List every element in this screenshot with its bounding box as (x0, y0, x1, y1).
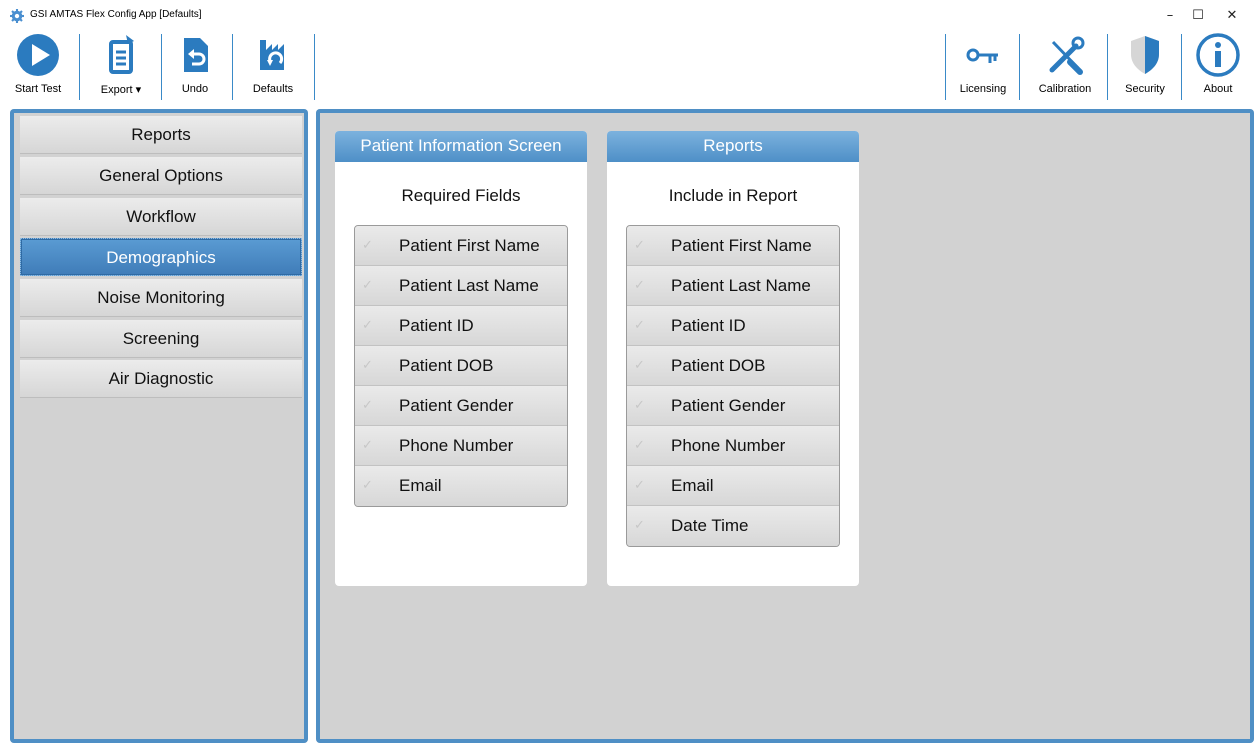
list-item[interactable]: ✓ Email (627, 466, 839, 506)
include-in-report-heading: Include in Report (668, 186, 798, 205)
security-button[interactable]: Security (1115, 30, 1175, 102)
check-icon[interactable]: ✓ (634, 478, 645, 493)
check-icon[interactable]: ✓ (362, 278, 373, 293)
field-label: Patient Gender (399, 396, 514, 415)
list-item[interactable]: ✓ Date Time (627, 506, 839, 546)
about-label: About (1203, 83, 1233, 95)
list-item[interactable]: ✓ Email (355, 466, 567, 506)
check-icon[interactable]: ✓ (634, 278, 645, 293)
field-label: Patient DOB (671, 356, 766, 375)
defaults-icon (260, 40, 284, 70)
security-label: Security (1125, 83, 1165, 95)
sidebar-item-workflow[interactable]: Workflow (20, 198, 302, 236)
toolbar-separator (79, 34, 80, 100)
list-item[interactable]: ✓ Patient First Name (627, 226, 839, 266)
toolbar-separator (314, 34, 315, 100)
title-bar: GSI AMTAS Flex Config App [Defaults] – ☐… (0, 0, 1258, 30)
info-icon (1196, 33, 1240, 77)
field-label: Phone Number (671, 436, 786, 455)
field-label: Patient Last Name (399, 276, 539, 295)
undo-label: Undo (181, 83, 209, 95)
sidebar-item-demographics[interactable]: Demographics (20, 238, 302, 276)
sidebar-item-noise-monitoring[interactable]: Noise Monitoring (20, 279, 302, 317)
export-text: Export (100, 84, 133, 96)
required-fields-list: ✓ Patient First Name ✓ Patient Last Name ✓… (354, 225, 568, 507)
tools-icon (1049, 36, 1085, 75)
field-label: Phone Number (399, 436, 514, 455)
check-icon[interactable]: ✓ (634, 518, 645, 533)
sidebar-item-air-diagnostic[interactable]: Air Diagnostic (20, 360, 302, 398)
include-in-report-list: ✓ Patient First Name ✓ Patient Last Name ✓… (626, 225, 840, 547)
undo-icon (184, 38, 208, 72)
undo-button[interactable]: Undo (168, 30, 222, 102)
list-item[interactable]: ✓ Patient ID (627, 306, 839, 346)
chevron-down-icon: ▾ (135, 84, 142, 96)
export-icon (109, 35, 134, 74)
licensing-button[interactable]: Licensing (952, 30, 1014, 102)
check-icon[interactable]: ✓ (362, 238, 373, 253)
toolbar-separator (1107, 34, 1108, 100)
list-item[interactable]: ✓ Patient ID (355, 306, 567, 346)
licensing-label: Licensing (959, 83, 1007, 95)
window-title: GSI AMTAS Flex Config App [Defaults] (30, 9, 202, 20)
reports-header: Reports (607, 131, 859, 162)
list-item[interactable]: ✓ Patient DOB (355, 346, 567, 386)
check-icon[interactable]: ✓ (362, 358, 373, 373)
start-test-label: Start Test (14, 83, 62, 95)
check-icon[interactable]: ✓ (634, 358, 645, 373)
play-icon (17, 34, 59, 76)
required-fields-heading: Required Fields (401, 186, 521, 205)
export-button[interactable]: Export ▾ (88, 30, 154, 102)
list-item[interactable]: ✓ Patient DOB (627, 346, 839, 386)
list-item[interactable]: ✓ Phone Number (355, 426, 567, 466)
field-label: Email (399, 476, 442, 495)
sidebar-item-reports[interactable]: Reports (20, 116, 302, 154)
sidebar-item-screening[interactable]: Screening (20, 320, 302, 358)
patient-info-header: Patient Information Screen (335, 131, 587, 162)
check-icon[interactable]: ✓ (362, 438, 373, 453)
field-label: Patient First Name (671, 236, 812, 255)
list-item[interactable]: ✓ Patient Last Name (627, 266, 839, 306)
field-label: Patient ID (399, 316, 474, 335)
check-icon[interactable]: ✓ (362, 478, 373, 493)
toolbar: Start Test Export ▾ Undo Defaults Licens… (0, 30, 1258, 102)
field-label: Patient First Name (399, 236, 540, 255)
field-label: Patient Gender (671, 396, 786, 415)
defaults-label: Defaults (252, 83, 294, 95)
toolbar-separator (1181, 34, 1182, 100)
field-label: Patient ID (671, 316, 746, 335)
start-test-button[interactable]: Start Test (6, 30, 70, 102)
export-label: Export ▾ (88, 83, 154, 96)
check-icon[interactable]: ✓ (634, 398, 645, 413)
check-icon[interactable]: ✓ (362, 398, 373, 413)
list-item[interactable]: ✓ Patient First Name (355, 226, 567, 266)
calibration-label: Calibration (1038, 83, 1092, 95)
toolbar-separator (945, 34, 946, 100)
about-button[interactable]: About (1188, 30, 1248, 102)
key-icon (966, 48, 998, 63)
check-icon[interactable]: ✓ (634, 238, 645, 253)
patient-info-card: Patient Information Screen Required Fiel… (335, 131, 587, 586)
toolbar-separator (232, 34, 233, 100)
toolbar-separator (1019, 34, 1020, 100)
shield-icon (1131, 36, 1159, 74)
defaults-button[interactable]: Defaults (240, 30, 306, 102)
calibration-button[interactable]: Calibration (1027, 30, 1103, 102)
sidebar-item-general-options[interactable]: General Options (20, 157, 302, 195)
list-item[interactable]: ✓ Phone Number (627, 426, 839, 466)
field-label: Date Time (671, 516, 749, 535)
toolbar-separator (161, 34, 162, 100)
close-button[interactable]: ✕ (1212, 5, 1252, 27)
field-label: Patient DOB (399, 356, 494, 375)
field-label: Email (671, 476, 714, 495)
list-item[interactable]: ✓ Patient Last Name (355, 266, 567, 306)
check-icon[interactable]: ✓ (634, 438, 645, 453)
list-item[interactable]: ✓ Patient Gender (627, 386, 839, 426)
gear-icon (10, 9, 24, 23)
list-item[interactable]: ✓ Patient Gender (355, 386, 567, 426)
reports-card: Reports Include in Report ✓ Patient First… (607, 131, 859, 586)
check-icon[interactable]: ✓ (362, 318, 373, 333)
field-label: Patient Last Name (671, 276, 811, 295)
check-icon[interactable]: ✓ (634, 318, 645, 333)
